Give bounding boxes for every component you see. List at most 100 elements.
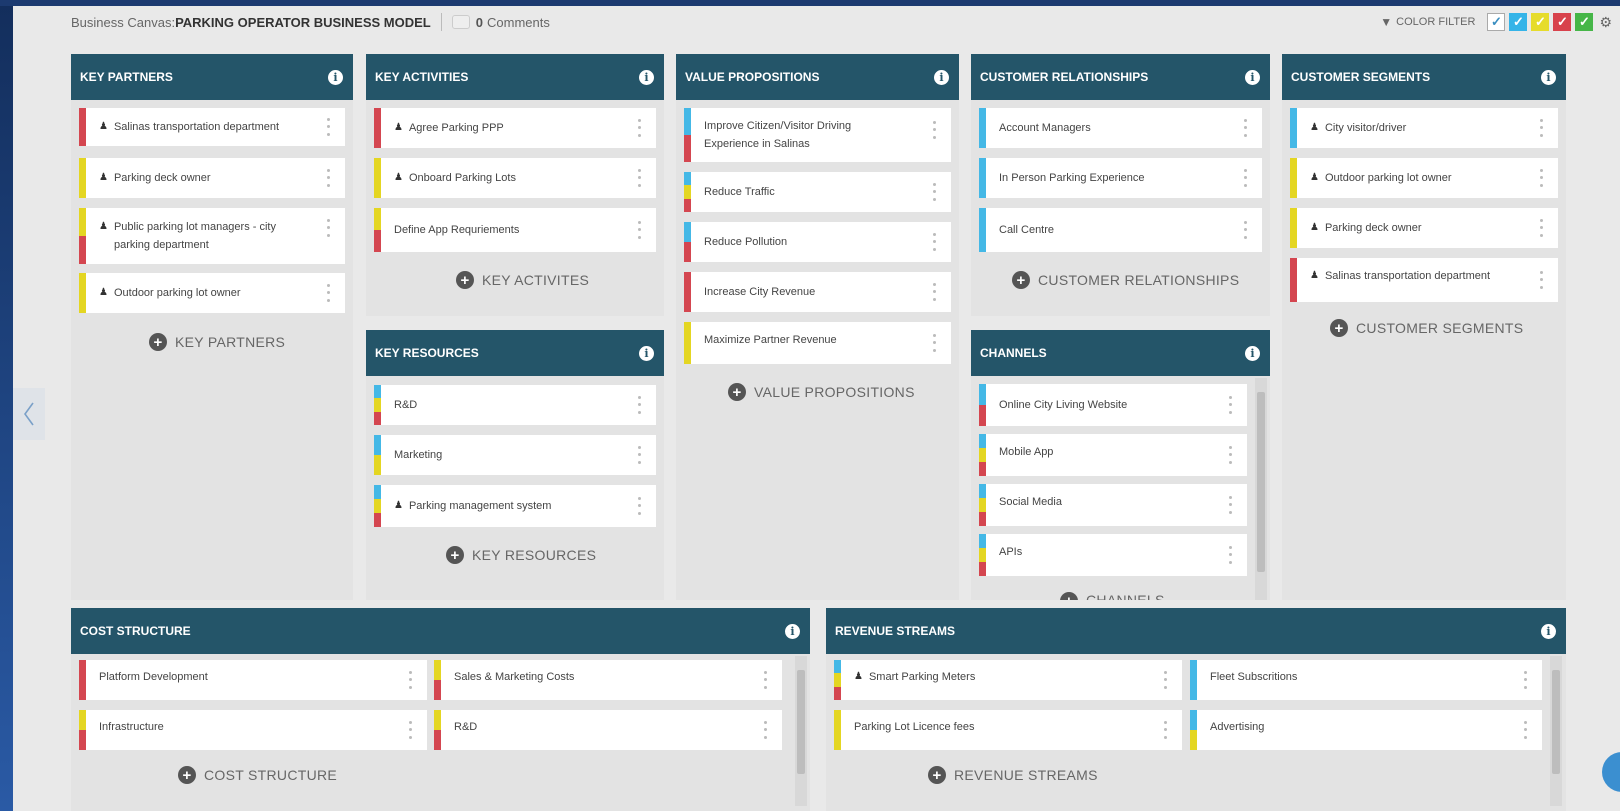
kebab-menu-icon[interactable] (325, 116, 331, 138)
add-revenue-stream-button[interactable]: + REVENUE STREAMS (928, 766, 1098, 784)
kebab-menu-icon[interactable] (1522, 719, 1528, 741)
card-ch-2[interactable]: Mobile App (979, 434, 1247, 476)
kebab-menu-icon[interactable] (325, 282, 331, 304)
kebab-menu-icon[interactable] (1162, 719, 1168, 741)
kebab-menu-icon[interactable] (636, 444, 642, 466)
card-vp-4[interactable]: Increase City Revenue (684, 272, 951, 312)
kebab-menu-icon[interactable] (1227, 444, 1233, 466)
kebab-menu-icon[interactable] (1227, 544, 1233, 566)
kebab-menu-icon[interactable] (636, 117, 642, 139)
card-vp-3[interactable]: Reduce Pollution (684, 222, 951, 262)
info-icon[interactable]: i (1541, 69, 1556, 85)
kebab-menu-icon[interactable] (931, 281, 937, 303)
card-cost-2[interactable]: Sales & Marketing Costs (434, 660, 782, 700)
card-kp-1[interactable]: ♟ Salinas transportation department (79, 108, 345, 146)
cost-scrollbar[interactable] (795, 656, 807, 806)
info-icon[interactable]: i (785, 623, 800, 639)
card-rev-3[interactable]: Parking Lot Licence fees (834, 710, 1182, 750)
kebab-menu-icon[interactable] (931, 332, 937, 354)
kebab-menu-icon[interactable] (636, 219, 642, 241)
add-channel-button[interactable]: +CHANNELS (1060, 592, 1165, 600)
card-kp-3[interactable]: ♟ Public parking lot managers - city park… (79, 208, 345, 264)
filter-checkbox-yellow[interactable]: ✓ (1531, 13, 1550, 31)
card-cost-1[interactable]: Platform Development (79, 660, 427, 700)
card-kr-2[interactable]: Marketing (374, 435, 656, 475)
info-icon[interactable]: i (328, 69, 343, 85)
kebab-menu-icon[interactable] (1242, 219, 1248, 241)
info-icon[interactable]: i (934, 69, 949, 85)
info-icon[interactable]: i (1245, 69, 1260, 85)
card-vp-1[interactable]: Improve Citizen/Visitor Driving Experien… (684, 108, 951, 162)
card-kr-3[interactable]: ♟ Parking management system (374, 485, 656, 527)
card-cr-1[interactable]: Account Managers (979, 108, 1262, 148)
card-kp-2[interactable]: ♟ Parking deck owner (79, 158, 345, 198)
kebab-menu-icon[interactable] (931, 231, 937, 253)
filter-icon[interactable]: ▼ (1380, 15, 1392, 29)
filter-checkbox-white[interactable]: ✓ (1487, 13, 1506, 31)
kebab-menu-icon[interactable] (1538, 269, 1544, 291)
color-filter-label[interactable]: COLOR FILTER (1396, 16, 1475, 28)
card-cr-3[interactable]: Call Centre (979, 208, 1262, 252)
kebab-menu-icon[interactable] (1522, 669, 1528, 691)
kebab-menu-icon[interactable] (1227, 494, 1233, 516)
filter-checkbox-green[interactable]: ✓ (1575, 13, 1594, 31)
card-vp-5[interactable]: Maximize Partner Revenue (684, 322, 951, 364)
add-customer-segment-button[interactable]: + CUSTOMER SEGMENTS (1330, 319, 1523, 337)
collapse-panel-button[interactable] (13, 388, 45, 440)
add-key-activity-button[interactable]: + KEY ACTIVITES (456, 271, 589, 289)
card-ka-2[interactable]: ♟ Onboard Parking Lots (374, 158, 656, 198)
comments-count[interactable]: 0 (476, 15, 483, 30)
card-cost-4[interactable]: R&D (434, 710, 782, 750)
channels-scrollbar[interactable] (1255, 378, 1267, 600)
info-icon[interactable]: i (639, 69, 654, 85)
card-ch-4[interactable]: APIs (979, 534, 1247, 576)
comment-icon[interactable] (451, 15, 470, 29)
kebab-menu-icon[interactable] (1162, 669, 1168, 691)
filter-checkbox-red[interactable]: ✓ (1553, 13, 1572, 31)
add-cost-button[interactable]: + COST STRUCTURE (178, 766, 337, 784)
card-rev-2[interactable]: Fleet Subscritions (1190, 660, 1542, 700)
card-ka-3[interactable]: Define App Requriements (374, 208, 656, 252)
card-kr-1[interactable]: R&D (374, 385, 656, 425)
canvas-title[interactable]: PARKING OPERATOR BUSINESS MODEL (175, 15, 431, 30)
comments-label[interactable]: Comments (487, 15, 550, 30)
kebab-menu-icon[interactable] (325, 217, 331, 239)
kebab-menu-icon[interactable] (636, 495, 642, 517)
card-ch-3[interactable]: Social Media (979, 484, 1247, 526)
card-cs-3[interactable]: ♟ Parking deck owner (1290, 208, 1558, 248)
kebab-menu-icon[interactable] (931, 119, 937, 141)
kebab-menu-icon[interactable] (1538, 217, 1544, 239)
kebab-menu-icon[interactable] (1242, 117, 1248, 139)
card-cs-2[interactable]: ♟ Outdoor parking lot owner (1290, 158, 1558, 198)
kebab-menu-icon[interactable] (1227, 394, 1233, 416)
kebab-menu-icon[interactable] (407, 719, 413, 741)
card-cs-4[interactable]: ♟ Salinas transportation department (1290, 258, 1558, 302)
card-cr-2[interactable]: In Person Parking Experience (979, 158, 1262, 198)
add-customer-relationship-button[interactable]: + CUSTOMER RELATIONSHIPS (1012, 271, 1239, 289)
card-cs-1[interactable]: ♟ City visitor/driver (1290, 108, 1558, 148)
gear-icon[interactable]: ⚙ (1599, 14, 1612, 31)
add-value-proposition-button[interactable]: + VALUE PROPOSITIONS (728, 383, 915, 401)
info-icon[interactable]: i (1245, 345, 1260, 361)
info-icon[interactable]: i (639, 345, 654, 361)
kebab-menu-icon[interactable] (1538, 167, 1544, 189)
card-cost-3[interactable]: Infrastructure (79, 710, 427, 750)
help-chat-button[interactable] (1602, 752, 1620, 792)
kebab-menu-icon[interactable] (931, 181, 937, 203)
add-key-partner-button[interactable]: + KEY PARTNERS (149, 333, 285, 351)
revenue-scrollbar[interactable] (1550, 656, 1562, 806)
add-key-resource-button[interactable]: + KEY RESOURCES (446, 546, 596, 564)
info-icon[interactable]: i (1541, 623, 1556, 639)
card-ch-1[interactable]: Online City Living Website (979, 384, 1247, 426)
card-rev-1[interactable]: ♟ Smart Parking Meters (834, 660, 1182, 700)
kebab-menu-icon[interactable] (636, 394, 642, 416)
card-rev-4[interactable]: Advertising (1190, 710, 1542, 750)
kebab-menu-icon[interactable] (1242, 167, 1248, 189)
kebab-menu-icon[interactable] (325, 167, 331, 189)
kebab-menu-icon[interactable] (762, 669, 768, 691)
kebab-menu-icon[interactable] (636, 167, 642, 189)
kebab-menu-icon[interactable] (762, 719, 768, 741)
card-ka-1[interactable]: ♟ Agree Parking PPP (374, 108, 656, 148)
card-vp-2[interactable]: Reduce Traffic (684, 172, 951, 212)
card-kp-4[interactable]: ♟ Outdoor parking lot owner (79, 273, 345, 313)
